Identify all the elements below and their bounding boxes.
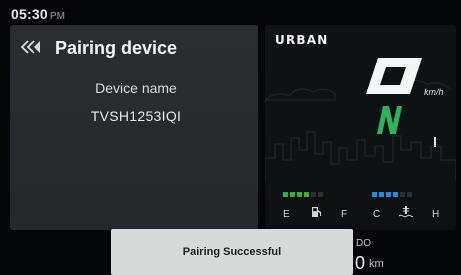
gauge-segment: [318, 192, 323, 197]
gauge-segment: [407, 192, 412, 197]
fuel-full-label: F: [341, 209, 348, 220]
double-chevron-left-icon: [20, 40, 40, 54]
device-name-value: TVSH1253IQI: [90, 108, 182, 124]
city-skyline-background: [265, 131, 456, 180]
gauge-segment: [290, 192, 295, 197]
status-bar: 05:30 PM: [0, 0, 461, 22]
speed-unit: km/h: [424, 87, 444, 97]
coolant-temperature-icon: [398, 205, 414, 223]
gauge-segment: [386, 192, 391, 197]
temp-cold-label: C: [373, 209, 381, 220]
fuel-empty-label: E: [283, 209, 290, 220]
gauge-segment: [393, 192, 398, 197]
odometer-value: 0: [355, 253, 366, 273]
clock: 05:30 PM: [11, 6, 65, 22]
gauge-segment: [379, 192, 384, 197]
back-button[interactable]: [18, 38, 48, 58]
temp-hot-label: H: [432, 209, 440, 220]
gauge-segment: [297, 192, 302, 197]
odometer-unit: km: [369, 258, 384, 270]
clock-time: 05:30: [11, 6, 48, 22]
tick-mark: [434, 137, 436, 147]
device-name-label: Device name: [95, 80, 177, 96]
ride-mode-label: URBAN: [275, 33, 329, 47]
speed-display: [366, 58, 422, 94]
gauge-segment: [283, 192, 288, 197]
clock-ampm: PM: [49, 11, 66, 22]
gauge-segment: [400, 192, 405, 197]
gauge-segment: [311, 192, 316, 197]
odometer-label: DO: [356, 238, 371, 249]
fuel-pump-icon: [311, 205, 323, 223]
pairing-success-toast: Pairing Successful: [111, 229, 353, 275]
page-title: Pairing device: [55, 38, 178, 58]
gauge-segment: [372, 192, 377, 197]
toast-message: Pairing Successful: [182, 246, 282, 258]
gear-indicator: [377, 106, 402, 134]
gauge-segment: [304, 192, 309, 197]
